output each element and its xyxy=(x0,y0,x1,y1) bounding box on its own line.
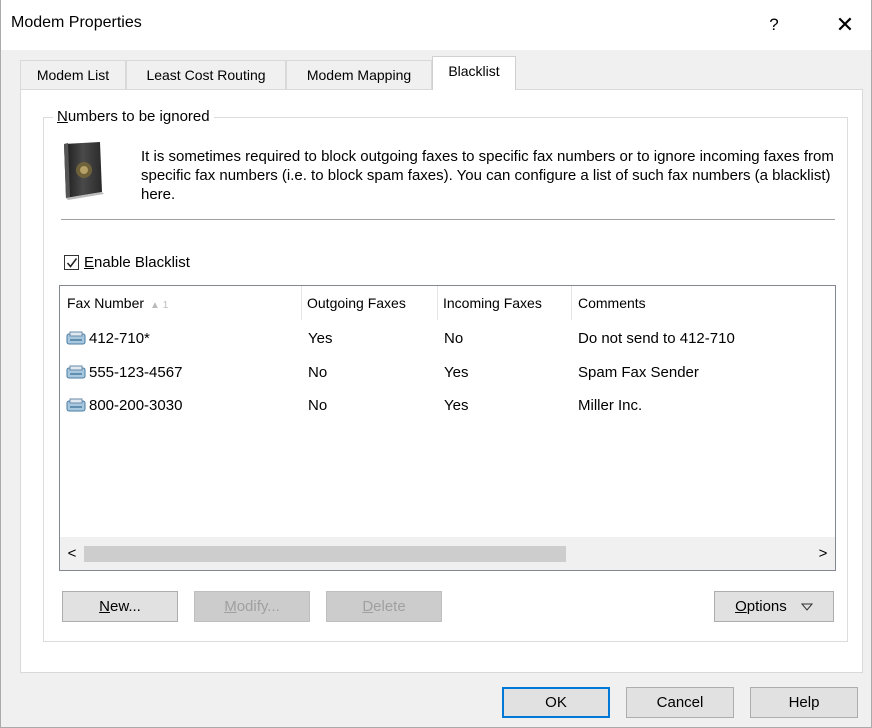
scroll-left-icon[interactable]: < xyxy=(60,537,84,570)
outgoing-cell: Yes xyxy=(308,330,333,347)
blacklist-table[interactable]: Fax Number ▲ 1 Outgoing Faxes Incoming Fa… xyxy=(59,285,836,571)
separator xyxy=(61,219,835,220)
modem-properties-dialog: Modem Properties ? ✕ Modem List Least Co… xyxy=(0,0,872,728)
scroll-right-icon[interactable]: > xyxy=(811,537,835,570)
table-row[interactable]: 800-200-3030 No Yes Miller Inc. xyxy=(60,391,835,421)
new-button[interactable]: New... xyxy=(62,591,178,622)
sort-ascending-icon: ▲ 1 xyxy=(150,300,169,311)
cancel-button[interactable]: Cancel xyxy=(626,687,734,718)
ok-button[interactable]: OK xyxy=(502,687,610,718)
table-header: Fax Number ▲ 1 Outgoing Faxes Incoming Fa… xyxy=(60,286,835,320)
tab-blacklist[interactable]: Blacklist xyxy=(432,56,516,90)
column-outgoing-faxes[interactable]: Outgoing Faxes xyxy=(302,286,438,320)
comment-cell: Spam Fax Sender xyxy=(578,364,699,381)
column-fax-number[interactable]: Fax Number ▲ 1 xyxy=(60,286,302,320)
incoming-cell: Yes xyxy=(444,397,469,414)
blacklist-description: It is sometimes required to block outgoi… xyxy=(141,148,834,203)
title-bar: Modem Properties ? ✕ xyxy=(1,0,871,50)
group-label: Numbers to be ignored xyxy=(53,108,214,125)
fax-number-cell: 800-200-3030 xyxy=(60,391,302,421)
tab-modem-mapping[interactable]: Modem Mapping xyxy=(286,60,432,89)
modify-button[interactable]: Modify... xyxy=(194,591,310,622)
tab-modem-list[interactable]: Modem List xyxy=(20,60,126,89)
outgoing-cell: No xyxy=(308,397,328,414)
fax-icon xyxy=(66,331,86,345)
fax-number-cell: 555-123-4567 xyxy=(60,358,302,388)
column-comments[interactable]: Comments xyxy=(572,286,835,320)
incoming-cell: No xyxy=(444,330,464,347)
delete-button[interactable]: Delete xyxy=(326,591,442,622)
horizontal-scrollbar[interactable]: < > xyxy=(60,537,835,570)
window-title: Modem Properties xyxy=(11,14,142,31)
help-title-button[interactable]: ? xyxy=(759,10,789,40)
chevron-down-icon xyxy=(800,603,814,611)
tab-least-cost-routing[interactable]: Least Cost Routing xyxy=(126,60,286,89)
close-icon[interactable]: ✕ xyxy=(825,10,865,40)
table-row[interactable]: 555-123-4567 No Yes Spam Fax Sender xyxy=(60,358,835,388)
table-row[interactable]: 412-710* Yes No Do not send to 412-710 xyxy=(60,324,835,354)
incoming-cell: Yes xyxy=(444,364,469,381)
fax-number-cell: 412-710* xyxy=(60,324,302,354)
comment-cell: Miller Inc. xyxy=(578,397,643,414)
help-button[interactable]: Help xyxy=(750,687,858,718)
fax-icon xyxy=(66,365,86,379)
enable-blacklist-label[interactable]: Enable Blacklist xyxy=(84,254,190,271)
scrollbar-thumb[interactable] xyxy=(84,546,566,562)
comment-cell: Do not send to 412-710 xyxy=(578,330,735,347)
fax-icon xyxy=(66,398,86,412)
column-incoming-faxes[interactable]: Incoming Faxes xyxy=(438,286,572,320)
outgoing-cell: No xyxy=(308,364,328,381)
enable-blacklist-checkbox[interactable] xyxy=(64,255,79,270)
book-icon xyxy=(64,142,104,200)
options-button[interactable]: Options xyxy=(714,591,834,622)
